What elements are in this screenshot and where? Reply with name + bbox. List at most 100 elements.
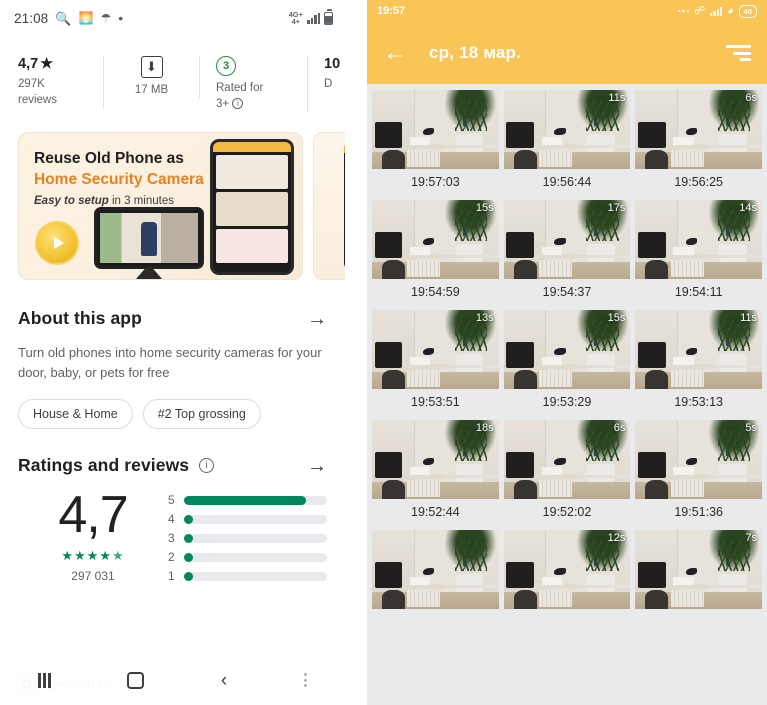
ratings-body: 4,7 ★★★★★ 297 031 5 4 3 2 1 [18,486,327,587]
recording-item[interactable]: 7s [635,530,763,622]
recording-thumbnail[interactable]: 15s [372,200,499,279]
download-icon: ⬇ [140,56,163,78]
recordings-row: 15s 19:54:59 17s 19:54:37 14s 19:54:11 [372,200,763,306]
recording-timestamp [504,609,631,622]
app-bar: ← ср, 18 мар. [367,22,767,84]
recording-item[interactable]: 15s 19:54:59 [372,200,499,306]
recording-thumbnail[interactable]: 6s [635,90,763,169]
recording-item[interactable]: 15s 19:53:29 [503,310,631,416]
home-icon[interactable] [127,671,145,689]
recording-item[interactable]: 13s 19:53:51 [372,310,499,416]
duration-badge: 17s [607,202,626,214]
about-chip-row: House & Home #2 Top grossing [18,399,327,429]
downloads-value: 10 [324,56,341,72]
network-type-icon: 4G+ 4+ [288,10,303,26]
promo-text: Reuse Old Phone as Home Security Camera … [34,149,204,210]
chip-category[interactable]: House & Home [18,399,133,429]
duration-badge: 11s [740,312,758,324]
histogram-fill [184,495,306,505]
recording-item[interactable]: 11s 19:56:44 [503,90,631,196]
recording-timestamp: 19:53:29 [542,395,592,409]
dual-screenshot-container: 21:08 🔍 🌅 ☂ • 4G+ 4+ 4,7 ★ 297K reviews … [0,0,767,705]
duration-badge: 12s [607,532,626,544]
histogram-row: 2 [168,549,327,565]
recording-item[interactable]: 18s 19:52:44 [372,420,499,526]
info-icon[interactable]: i [232,98,244,110]
recording-thumbnail[interactable] [372,530,499,609]
promo-card-primary[interactable]: Reuse Old Phone as Home Security Camera … [18,132,303,280]
recording-item[interactable]: 5s 19:51:36 [635,420,763,526]
recording-thumbnail[interactable]: 5s [635,420,763,499]
promo-card-secondary[interactable] [313,132,345,280]
recording-timestamp: 19:56:25 [674,175,724,189]
recording-thumbnail[interactable]: 15s [503,310,631,389]
promo-carousel[interactable]: Reuse Old Phone as Home Security Camera … [0,120,345,288]
recording-item[interactable]: 19:57:03 [372,90,499,196]
recording-thumbnail[interactable]: 11s [635,310,763,389]
signal-icon [710,6,722,16]
scene-image [635,530,763,609]
recording-timestamp: 19:53:51 [411,395,460,409]
recording-thumbnail[interactable]: 18s [372,420,499,499]
play-store-screen: 21:08 🔍 🌅 ☂ • 4G+ 4+ 4,7 ★ 297K reviews … [0,0,345,705]
recording-thumbnail[interactable]: 17s [503,200,631,279]
duration-badge: 15s [475,202,494,214]
recordings-row: 12s 7s [372,530,763,622]
recording-thumbnail[interactable]: 11s [503,90,631,169]
scene-image [372,90,499,169]
recording-item[interactable]: 17s 19:54:37 [503,200,631,306]
recording-item[interactable]: 11s 19:53:13 [635,310,763,416]
recording-item[interactable]: 6s 19:52:02 [503,420,631,526]
rating-count: 297K [18,78,45,90]
scene-image [372,530,499,609]
recording-timestamp: 19:54:59 [411,285,460,299]
screen-gutter [345,0,367,705]
arrow-right-icon[interactable]: → [307,456,327,476]
weather-icon: 🌅 [78,11,94,25]
recordings-row: 13s 19:53:51 15s 19:53:29 11s 19:53:13 [372,310,763,416]
recording-item[interactable] [372,530,499,622]
ratings-histogram: 5 4 3 2 1 [168,486,327,587]
recording-thumbnail[interactable]: 13s [372,310,499,389]
back-arrow-icon[interactable]: ← [383,41,407,65]
app-info-strip: 4,7 ★ 297K reviews ⬇ 17 MB 3 Rated for 3… [0,36,345,120]
overflow-icon[interactable] [303,673,307,687]
arrow-right-icon[interactable]: → [307,309,327,329]
recording-timestamp: 19:53:13 [674,395,724,409]
recordings-row: 19:57:03 11s 19:56:44 6s 19:56:25 [372,90,763,196]
right-status-bar: 19:57 ☍ ◕ 40 [367,0,767,22]
histogram-fill [184,552,193,562]
scene-image [503,420,631,499]
ratings-title: Ratings and reviews [18,455,190,475]
app-info-size[interactable]: ⬇ 17 MB [104,56,200,98]
recording-item[interactable]: 6s 19:56:25 [635,90,763,196]
duration-badge: 11s [608,92,626,104]
promo-line-3-bold: Easy to setup [34,195,109,207]
about-header[interactable]: About this app → [18,308,327,329]
histogram-row: 3 [168,530,327,546]
recording-thumbnail[interactable]: 6s [503,420,631,499]
ratings-score-block: 4,7 ★★★★★ 297 031 [18,486,168,583]
chip-ranking[interactable]: #2 Top grossing [142,399,261,429]
recording-item[interactable]: 12s [503,530,631,622]
app-bar-title: ср, 18 мар. [429,43,522,62]
duration-badge: 5s [745,422,758,434]
app-info-downloads[interactable]: 10 D [308,56,345,92]
recents-icon[interactable] [38,672,51,688]
ratings-header[interactable]: Ratings and reviews i → [18,455,327,476]
recording-thumbnail[interactable]: 7s [635,530,763,609]
recording-thumbnail[interactable] [372,90,499,169]
histogram-label: 1 [168,569,175,583]
info-icon[interactable]: i [199,458,215,473]
back-icon[interactable]: ‹ [221,671,227,690]
recording-item[interactable]: 14s 19:54:11 [635,200,763,306]
sort-icon[interactable] [726,45,751,61]
app-info-content-rating[interactable]: 3 Rated for 3+ i [200,56,308,112]
recording-timestamp: 19:54:37 [542,285,592,299]
histogram-track [184,533,327,543]
scene-image [635,90,763,169]
app-info-rating[interactable]: 4,7 ★ 297K reviews [0,56,104,108]
recording-thumbnail[interactable]: 12s [503,530,631,609]
recording-thumbnail[interactable]: 14s [635,200,763,279]
histogram-row: 4 [168,511,327,527]
